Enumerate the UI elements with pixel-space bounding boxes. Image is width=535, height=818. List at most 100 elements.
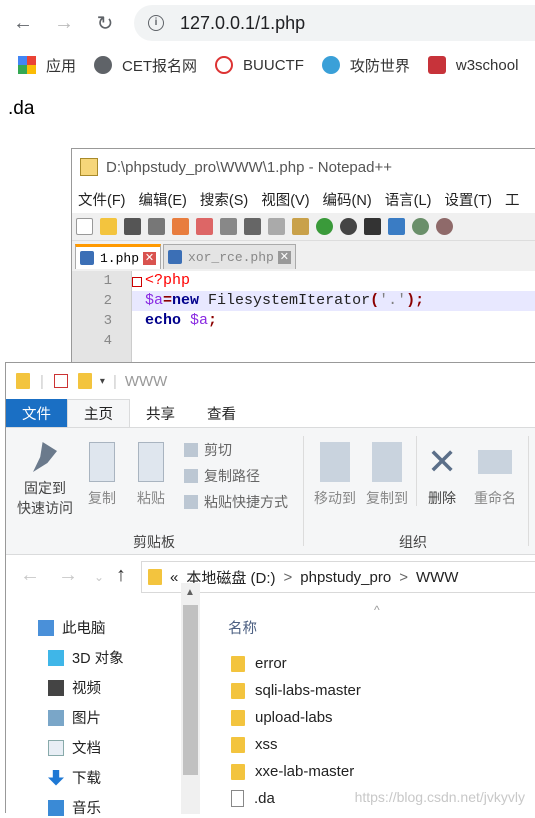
tab-1-php[interactable]: 1.php ✕	[75, 244, 161, 269]
breadcrumb-item[interactable]: WWW	[416, 569, 458, 586]
nav-music[interactable]: 音乐	[48, 797, 101, 818]
saved-file-icon	[80, 251, 94, 265]
replace-icon[interactable]	[388, 218, 405, 235]
breadcrumb-separator[interactable]: >	[284, 569, 293, 586]
watermark: https://blog.csdn.net/jvkyvly	[355, 789, 525, 805]
cut-button[interactable]: 剪切	[184, 440, 232, 460]
file-name: sqli-labs-master	[255, 682, 361, 699]
tab-close-icon[interactable]: ✕	[143, 252, 156, 265]
line-number: 4	[72, 333, 112, 349]
tab-xor-rce-php[interactable]: xor_rce.php ✕	[163, 244, 296, 269]
breadcrumb[interactable]: « 本地磁盘 (D:) > phpstudy_pro > WWW	[141, 561, 535, 593]
copy-button[interactable]: 复制	[84, 442, 120, 508]
menu-encoding[interactable]: 编码(N)	[323, 189, 372, 210]
bookmark-apps[interactable]: 应用	[18, 55, 76, 76]
bookmark-buuctf[interactable]: BUUCTF	[215, 56, 304, 74]
file-row-sqli-labs[interactable]: sqli-labs-master	[231, 682, 361, 699]
cut-icon[interactable]	[244, 218, 261, 235]
nav-downloads[interactable]: 下载	[48, 767, 101, 788]
paste-button[interactable]: 粘贴	[133, 442, 169, 508]
folder-icon	[231, 737, 245, 753]
move-to-button[interactable]: 移动到	[310, 442, 360, 508]
column-header-name[interactable]: 名称	[228, 617, 257, 638]
info-icon[interactable]: i	[148, 15, 164, 31]
scroll-thumb[interactable]	[183, 605, 198, 775]
nav-scrollbar[interactable]: ▲	[181, 583, 200, 814]
reload-icon[interactable]: ↻	[90, 8, 120, 38]
copy-to-button[interactable]: 复制到	[362, 442, 412, 508]
file-row-xxe-lab[interactable]: xxe-lab-master	[231, 763, 354, 780]
tab-file[interactable]: 文件	[6, 399, 67, 427]
print-icon[interactable]	[220, 218, 237, 235]
menu-search[interactable]: 搜索(S)	[200, 189, 248, 210]
menu-settings[interactable]: 设置(T)	[444, 189, 492, 210]
menu-edit[interactable]: 编辑(E)	[139, 189, 187, 210]
forward-arrow-icon[interactable]: →	[58, 564, 78, 587]
undo-icon[interactable]	[316, 218, 333, 235]
file-icon	[231, 790, 244, 807]
close-icon[interactable]	[172, 218, 189, 235]
new-folder-icon[interactable]	[78, 373, 92, 389]
redo-icon[interactable]	[340, 218, 357, 235]
file-row-xss[interactable]: xss	[231, 736, 278, 753]
address-bar[interactable]: i 127.0.0.1/1.php	[134, 5, 535, 41]
file-row-upload-labs[interactable]: upload-labs	[231, 709, 333, 726]
delete-button[interactable]: ✕ 删除	[422, 442, 462, 508]
save-icon[interactable]	[124, 218, 141, 235]
forward-arrow-icon[interactable]: →	[49, 8, 79, 38]
breadcrumb-item[interactable]: phpstudy_pro	[300, 569, 391, 586]
properties-check-icon[interactable]	[54, 374, 68, 388]
nav-3d-objects[interactable]: 3D 对象	[48, 647, 124, 668]
menu-tools[interactable]: 工	[505, 189, 520, 210]
rename-button[interactable]: 重命名	[469, 442, 521, 508]
file-row-error[interactable]: error	[231, 655, 287, 672]
quick-access-dropdown-icon[interactable]: ▾	[100, 376, 105, 387]
tab-close-icon[interactable]: ✕	[278, 251, 291, 264]
cut-label: 剪切	[204, 440, 232, 460]
recent-dropdown-icon[interactable]: ⌄	[94, 570, 104, 584]
code-editor[interactable]: 1 2 3 4 <?php $a=new FilesystemIterator(…	[72, 271, 535, 363]
paste-icon[interactable]	[292, 218, 309, 235]
code-token: echo	[145, 312, 181, 329]
nav-label: 此电脑	[62, 617, 106, 638]
file-row-da[interactable]: .da	[231, 790, 275, 807]
menu-view[interactable]: 视图(V)	[261, 189, 309, 210]
paste-shortcut-button[interactable]: 粘贴快捷方式	[184, 492, 288, 512]
nav-documents[interactable]: 文档	[48, 737, 101, 758]
code-line-3: echo $a;	[145, 312, 217, 329]
fold-marker-icon[interactable]	[132, 277, 142, 287]
back-arrow-icon[interactable]: ←	[8, 8, 38, 38]
line-number: 3	[72, 313, 112, 329]
tab-home[interactable]: 主页	[67, 399, 130, 427]
menu-language[interactable]: 语言(L)	[385, 189, 432, 210]
zoom-out-icon[interactable]	[436, 218, 453, 235]
breadcrumb-overflow[interactable]: «	[170, 569, 178, 586]
navigation-pane: 此电脑 3D 对象 视频 图片 文档 下载 音乐	[6, 601, 201, 814]
pin-quick-access-button[interactable]: 固定到 快速访问	[12, 442, 78, 518]
film-icon	[48, 680, 64, 696]
new-file-icon[interactable]	[76, 218, 93, 235]
find-icon[interactable]	[364, 218, 381, 235]
line-number: 1	[72, 273, 112, 289]
up-arrow-icon[interactable]: ↑	[116, 564, 126, 587]
scroll-up-icon[interactable]: ▲	[185, 587, 195, 598]
bookmark-cet[interactable]: CET报名网	[94, 55, 197, 76]
breadcrumb-separator[interactable]: >	[399, 569, 408, 586]
tab-view[interactable]: 查看	[191, 399, 252, 427]
tab-share[interactable]: 共享	[130, 399, 191, 427]
nav-videos[interactable]: 视频	[48, 677, 101, 698]
copy-path-button[interactable]: 复制路径	[184, 466, 260, 486]
copy-icon[interactable]	[268, 218, 285, 235]
bookmark-w3school[interactable]: w3school	[428, 56, 519, 74]
close-all-icon[interactable]	[196, 218, 213, 235]
back-arrow-icon[interactable]: ←	[20, 564, 40, 587]
save-all-icon[interactable]	[148, 218, 165, 235]
nav-this-pc[interactable]: 此电脑	[38, 617, 106, 638]
nav-pictures[interactable]: 图片	[48, 707, 101, 728]
open-folder-icon[interactable]	[100, 218, 117, 235]
buuctf-logo-icon	[215, 56, 233, 74]
bookmark-adworld[interactable]: 攻防世界	[322, 55, 410, 76]
menu-file[interactable]: 文件(F)	[78, 189, 126, 210]
copy-label: 复制	[84, 488, 120, 508]
zoom-in-icon[interactable]	[412, 218, 429, 235]
